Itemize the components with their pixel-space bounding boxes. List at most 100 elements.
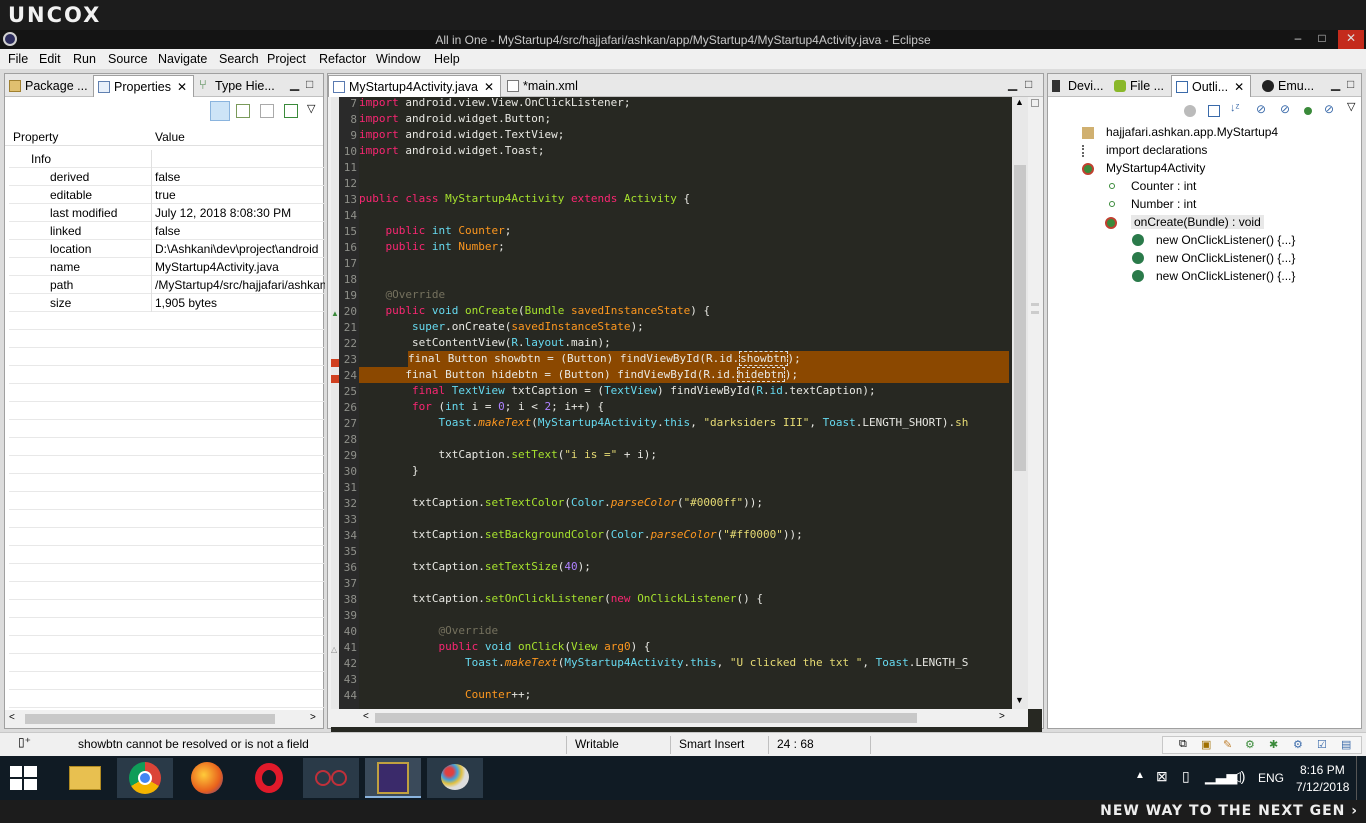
editor-vertical-scrollbar[interactable]: ▲ ▼ (1012, 97, 1028, 709)
scroll-left-icon[interactable]: < (9, 712, 15, 723)
clock-date[interactable]: 7/12/2018 (1296, 780, 1349, 794)
minimize-view-icon[interactable]: ▁ (1331, 77, 1340, 91)
outline-item-anonymous[interactable]: new OnClickListener() {...} (1132, 269, 1295, 283)
file-explorer-icon[interactable] (57, 758, 113, 798)
toolbar-icon[interactable]: ▣ (1201, 738, 1211, 751)
menu-file[interactable]: File (8, 52, 28, 66)
menu-window[interactable]: Window (376, 52, 420, 66)
tab-outline[interactable]: Outli... ✕ (1171, 75, 1252, 97)
outline-item-class[interactable]: MyStartup4Activity (1082, 161, 1205, 175)
minimize-view-icon[interactable]: ▁ (290, 77, 299, 91)
minimize-button[interactable]: – (1286, 30, 1310, 49)
language-indicator[interactable]: ENG (1258, 771, 1284, 785)
tab-type-hierarchy[interactable]: ⑂ Type Hie... (195, 75, 281, 97)
hide-local-types-icon[interactable]: ⊘ (1324, 102, 1334, 116)
menu-run[interactable]: Run (73, 52, 96, 66)
tab-package-explorer[interactable]: Package ... (5, 75, 94, 97)
scroll-right-icon[interactable]: > (999, 711, 1005, 722)
property-row[interactable]: path/MyStartup4/src/hajjafari/ashkan (9, 276, 325, 294)
hide-static-icon[interactable]: ⊘ (1280, 102, 1290, 116)
close-icon[interactable]: ✕ (177, 80, 187, 94)
outline-item-anonymous[interactable]: new OnClickListener() {...} (1132, 251, 1295, 265)
tab-properties[interactable]: Properties ✕ (93, 75, 195, 97)
collapse-all-icon[interactable] (1208, 105, 1220, 117)
property-row[interactable]: name MyStartup4Activity.java (9, 258, 324, 276)
tab-mystartup4activity-java[interactable]: MyStartup4Activity.java ✕ (328, 75, 502, 97)
property-row[interactable]: linked false (9, 222, 324, 240)
property-row[interactable]: editable true (9, 186, 324, 204)
toolbar-icon[interactable]: ☑ (1317, 738, 1327, 751)
focus-icon[interactable] (1184, 105, 1196, 117)
windows-start-icon[interactable] (10, 766, 38, 790)
category-row[interactable]: Info (9, 150, 324, 168)
scroll-thumb[interactable] (375, 713, 917, 723)
close-icon[interactable]: ✕ (1234, 80, 1244, 94)
hide-fields-icon[interactable]: ⊘ (1256, 102, 1266, 116)
battery-icon[interactable]: ▯ (1182, 768, 1190, 785)
toolbar-icon[interactable]: ✱ (1269, 738, 1278, 751)
menu-search[interactable]: Search (219, 52, 259, 66)
menu-source[interactable]: Source (108, 52, 148, 66)
code-editor[interactable]: ▲ △ 7 8 9 10 11 12 13 14 15 16 17 18 19 20 21 22 23 24 25 2… (331, 96, 1042, 733)
menu-project[interactable]: Project (267, 52, 306, 66)
tab-file-explorer[interactable]: File ... (1110, 75, 1170, 97)
sort-icon[interactable]: ↓ᶻ (1230, 102, 1239, 114)
paint-icon[interactable] (427, 758, 483, 798)
toolbar-icon[interactable]: ⧉ (1179, 738, 1187, 751)
menu-help[interactable]: Help (434, 52, 460, 66)
show-categories-button[interactable] (210, 101, 230, 121)
maximize-view-icon[interactable]: □ (1347, 77, 1354, 91)
error-marker-icon[interactable] (331, 375, 339, 383)
property-row[interactable]: last modified July 12, 2018 8:08:30 PM (9, 204, 324, 222)
media-app-icon[interactable] (303, 758, 359, 798)
scroll-thumb[interactable] (1014, 165, 1026, 471)
horizontal-scrollbar[interactable]: < > (5, 710, 323, 728)
close-icon[interactable]: ✕ (484, 80, 494, 94)
property-row[interactable]: derived false (9, 168, 324, 186)
menu-edit[interactable]: Edit (39, 52, 61, 66)
show-hidden-icons[interactable]: ▲ (1135, 770, 1145, 781)
property-row[interactable]: location D:\Ashkani\dev\project\android (9, 240, 324, 258)
tab-main-xml[interactable]: *main.xml (503, 75, 584, 97)
outline-item-field[interactable]: Number : int (1109, 197, 1196, 211)
view-menu-icon[interactable]: ▽ (1347, 100, 1355, 113)
show-desktop-button[interactable] (1356, 756, 1366, 800)
overview-ruler[interactable] (1028, 97, 1042, 709)
chrome-icon[interactable] (117, 758, 173, 798)
pin-icon[interactable] (284, 104, 298, 118)
scroll-down-icon[interactable]: ▼ (1015, 695, 1024, 705)
minimize-view-icon[interactable]: ▁ (1008, 77, 1017, 91)
outline-item-field[interactable]: Counter : int (1109, 179, 1196, 193)
restore-default-icon[interactable] (260, 104, 274, 118)
maximize-view-icon[interactable]: □ (306, 77, 313, 91)
maximize-button[interactable]: □ (1310, 30, 1334, 49)
outline-item-imports[interactable]: import declarations (1082, 143, 1207, 157)
maximize-view-icon[interactable]: □ (1025, 77, 1032, 91)
volume-icon[interactable]: ◁) (1230, 768, 1245, 785)
toolbar-icon[interactable]: ▤ (1341, 738, 1351, 751)
close-button[interactable]: ✕ (1338, 30, 1364, 49)
toolbar-icon[interactable]: ✎ (1223, 738, 1232, 751)
firefox-icon[interactable] (179, 758, 235, 798)
view-menu-icon[interactable]: ▽ (307, 102, 315, 115)
outline-item-method[interactable]: onCreate(Bundle) : void (1105, 215, 1264, 229)
scroll-thumb[interactable] (25, 714, 275, 724)
tab-emulator[interactable]: Emu... (1258, 75, 1320, 97)
show-advanced-icon[interactable] (236, 104, 250, 118)
quick-access-icon[interactable]: ▯⁺ (18, 735, 31, 749)
opera-icon[interactable] (241, 758, 297, 798)
menu-navigate[interactable]: Navigate (158, 52, 207, 66)
toolbar-icon[interactable]: ⚙ (1293, 738, 1303, 751)
scroll-right-icon[interactable]: > (310, 712, 316, 723)
tab-devices[interactable]: Devi... (1048, 75, 1109, 97)
hide-nonpublic-icon[interactable] (1304, 107, 1312, 115)
menu-refactor[interactable]: Refactor (319, 52, 366, 66)
property-row[interactable]: size 1,905 bytes (9, 294, 324, 312)
network-error-icon[interactable]: ⊠ (1156, 768, 1168, 785)
outline-item-anonymous[interactable]: new OnClickListener() {...} (1132, 233, 1295, 247)
scroll-up-icon[interactable]: ▲ (1015, 97, 1024, 107)
outline-item-package[interactable]: hajjafari.ashkan.app.MyStartup4 (1082, 125, 1278, 139)
clock-time[interactable]: 8:16 PM (1300, 763, 1345, 777)
editor-horizontal-scrollbar[interactable]: < > (331, 709, 1028, 727)
toolbar-icon[interactable]: ⚙ (1245, 738, 1255, 751)
